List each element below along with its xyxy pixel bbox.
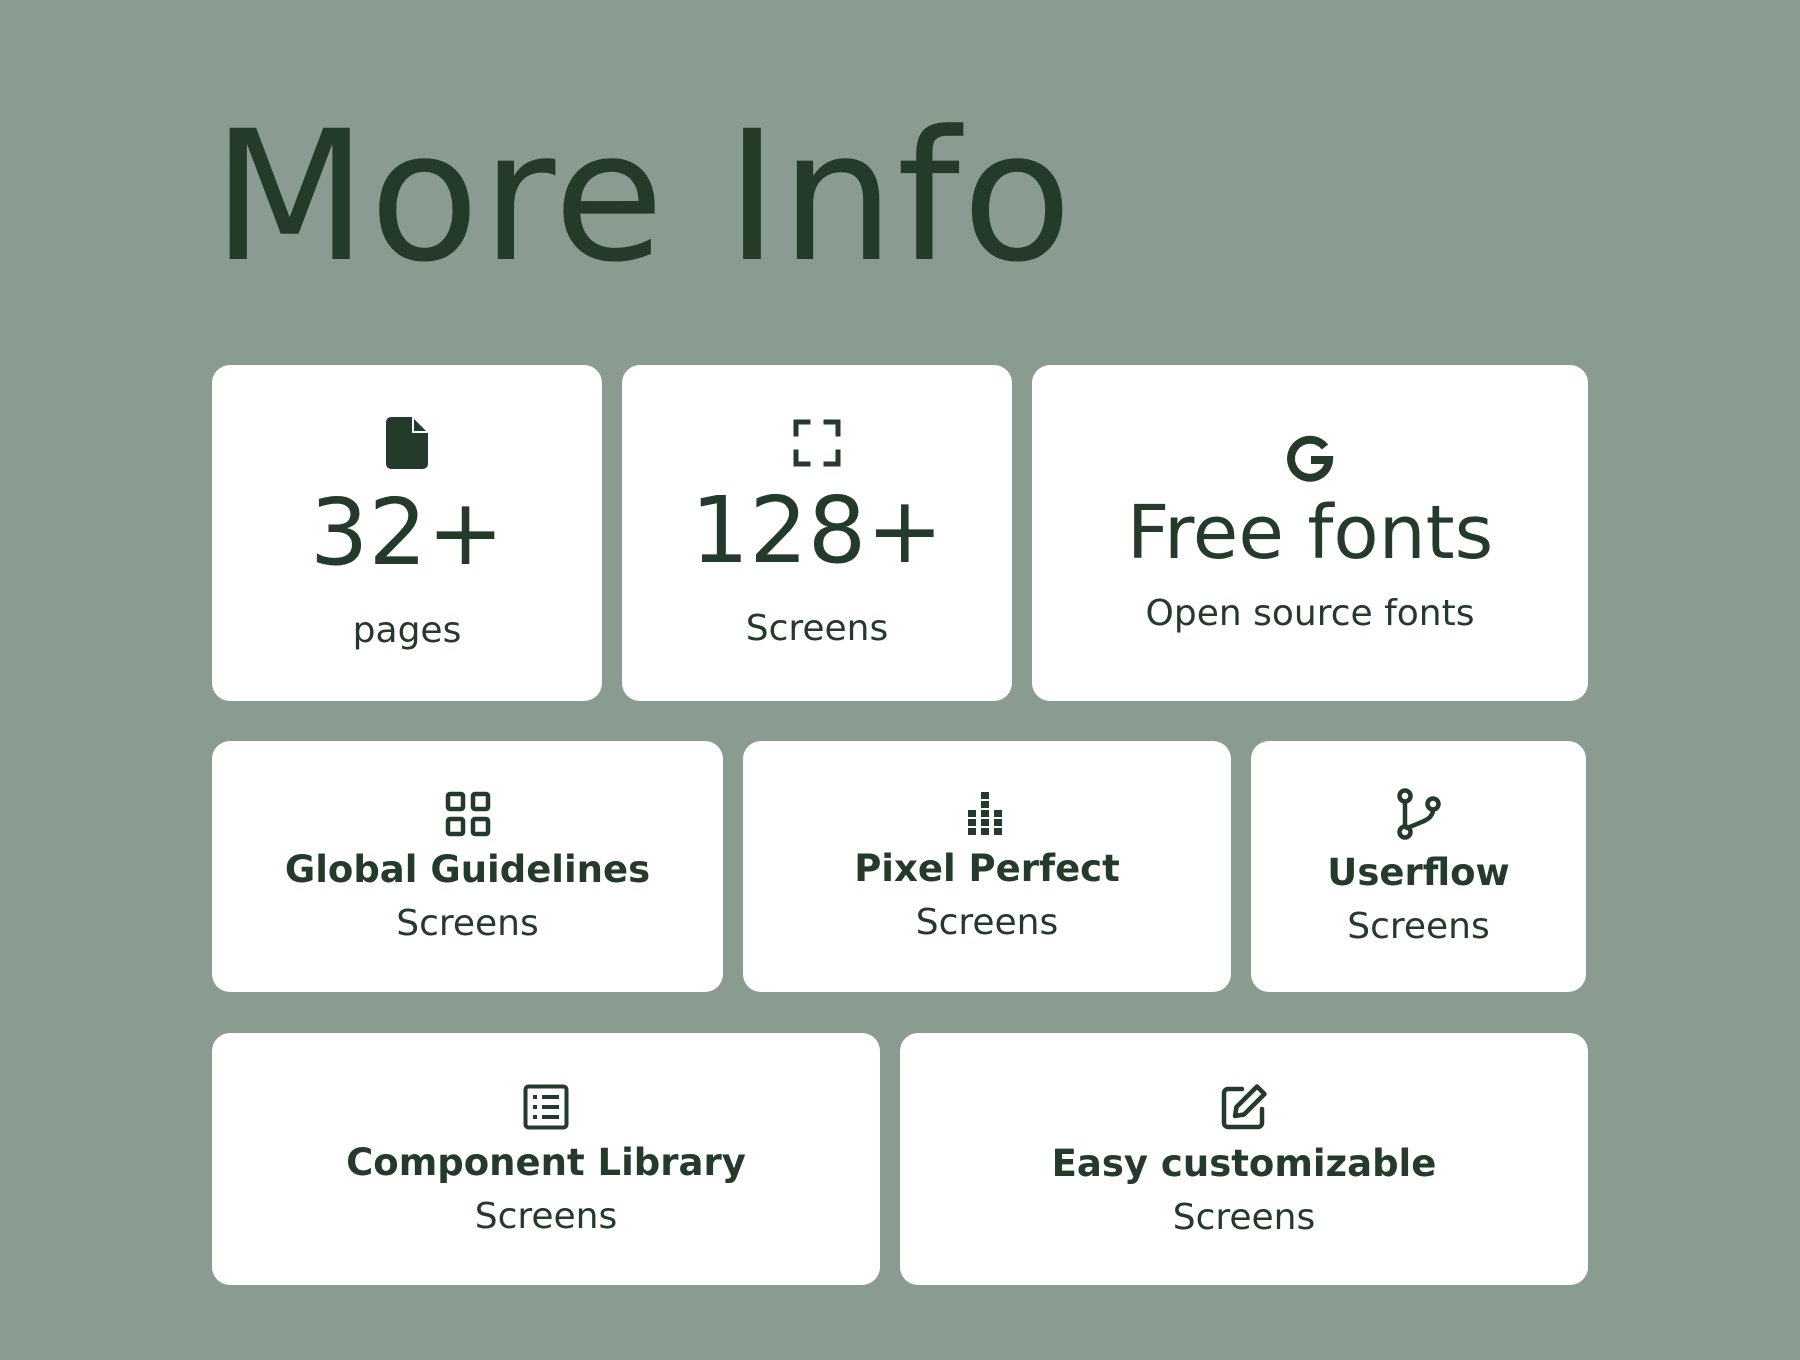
page-title: More Info xyxy=(212,93,1075,302)
feature-subtitle: Screens xyxy=(396,903,539,944)
git-branch-icon xyxy=(1395,788,1443,840)
feature-subtitle: Screens xyxy=(1347,906,1490,947)
fullscreen-icon xyxy=(793,419,841,467)
feature-title: Userflow xyxy=(1327,851,1510,894)
feature-subtitle: Screens xyxy=(915,902,1059,943)
feature-title: Easy customizable xyxy=(1051,1141,1437,1185)
stat-card-screens: 128+ Screens xyxy=(622,365,1012,701)
edit-icon xyxy=(1220,1083,1268,1131)
stat-value: 128+ xyxy=(690,477,944,584)
file-icon xyxy=(386,417,428,469)
stat-value: 32+ xyxy=(309,479,505,586)
feature-card-userflow: Userflow Screens xyxy=(1251,741,1586,992)
dot-grid-icon xyxy=(966,792,1008,836)
stat-label: Screens xyxy=(745,608,889,649)
feature-card-component-library: Component Library Screens xyxy=(212,1033,880,1285)
feature-title: Global Guidelines xyxy=(284,848,651,891)
feature-card-global-guidelines: Global Guidelines Screens xyxy=(212,741,723,992)
feature-card-easy-customizable: Easy customizable Screens xyxy=(900,1033,1588,1285)
google-icon xyxy=(1286,434,1334,482)
feature-subtitle: Screens xyxy=(474,1195,618,1237)
stat-value: Free fonts xyxy=(1126,490,1494,576)
grid-icon xyxy=(445,791,491,837)
feature-title: Pixel Perfect xyxy=(854,847,1120,890)
feature-subtitle: Screens xyxy=(1172,1196,1316,1238)
feature-title: Component Library xyxy=(346,1140,746,1184)
list-icon xyxy=(523,1084,569,1130)
stat-label: Open source fonts xyxy=(1145,593,1475,634)
stat-card-fonts: Free fonts Open source fonts xyxy=(1032,365,1588,701)
stat-label: pages xyxy=(352,610,462,651)
stat-card-pages: 32+ pages xyxy=(212,365,602,701)
feature-card-pixel-perfect: Pixel Perfect Screens xyxy=(743,741,1231,992)
